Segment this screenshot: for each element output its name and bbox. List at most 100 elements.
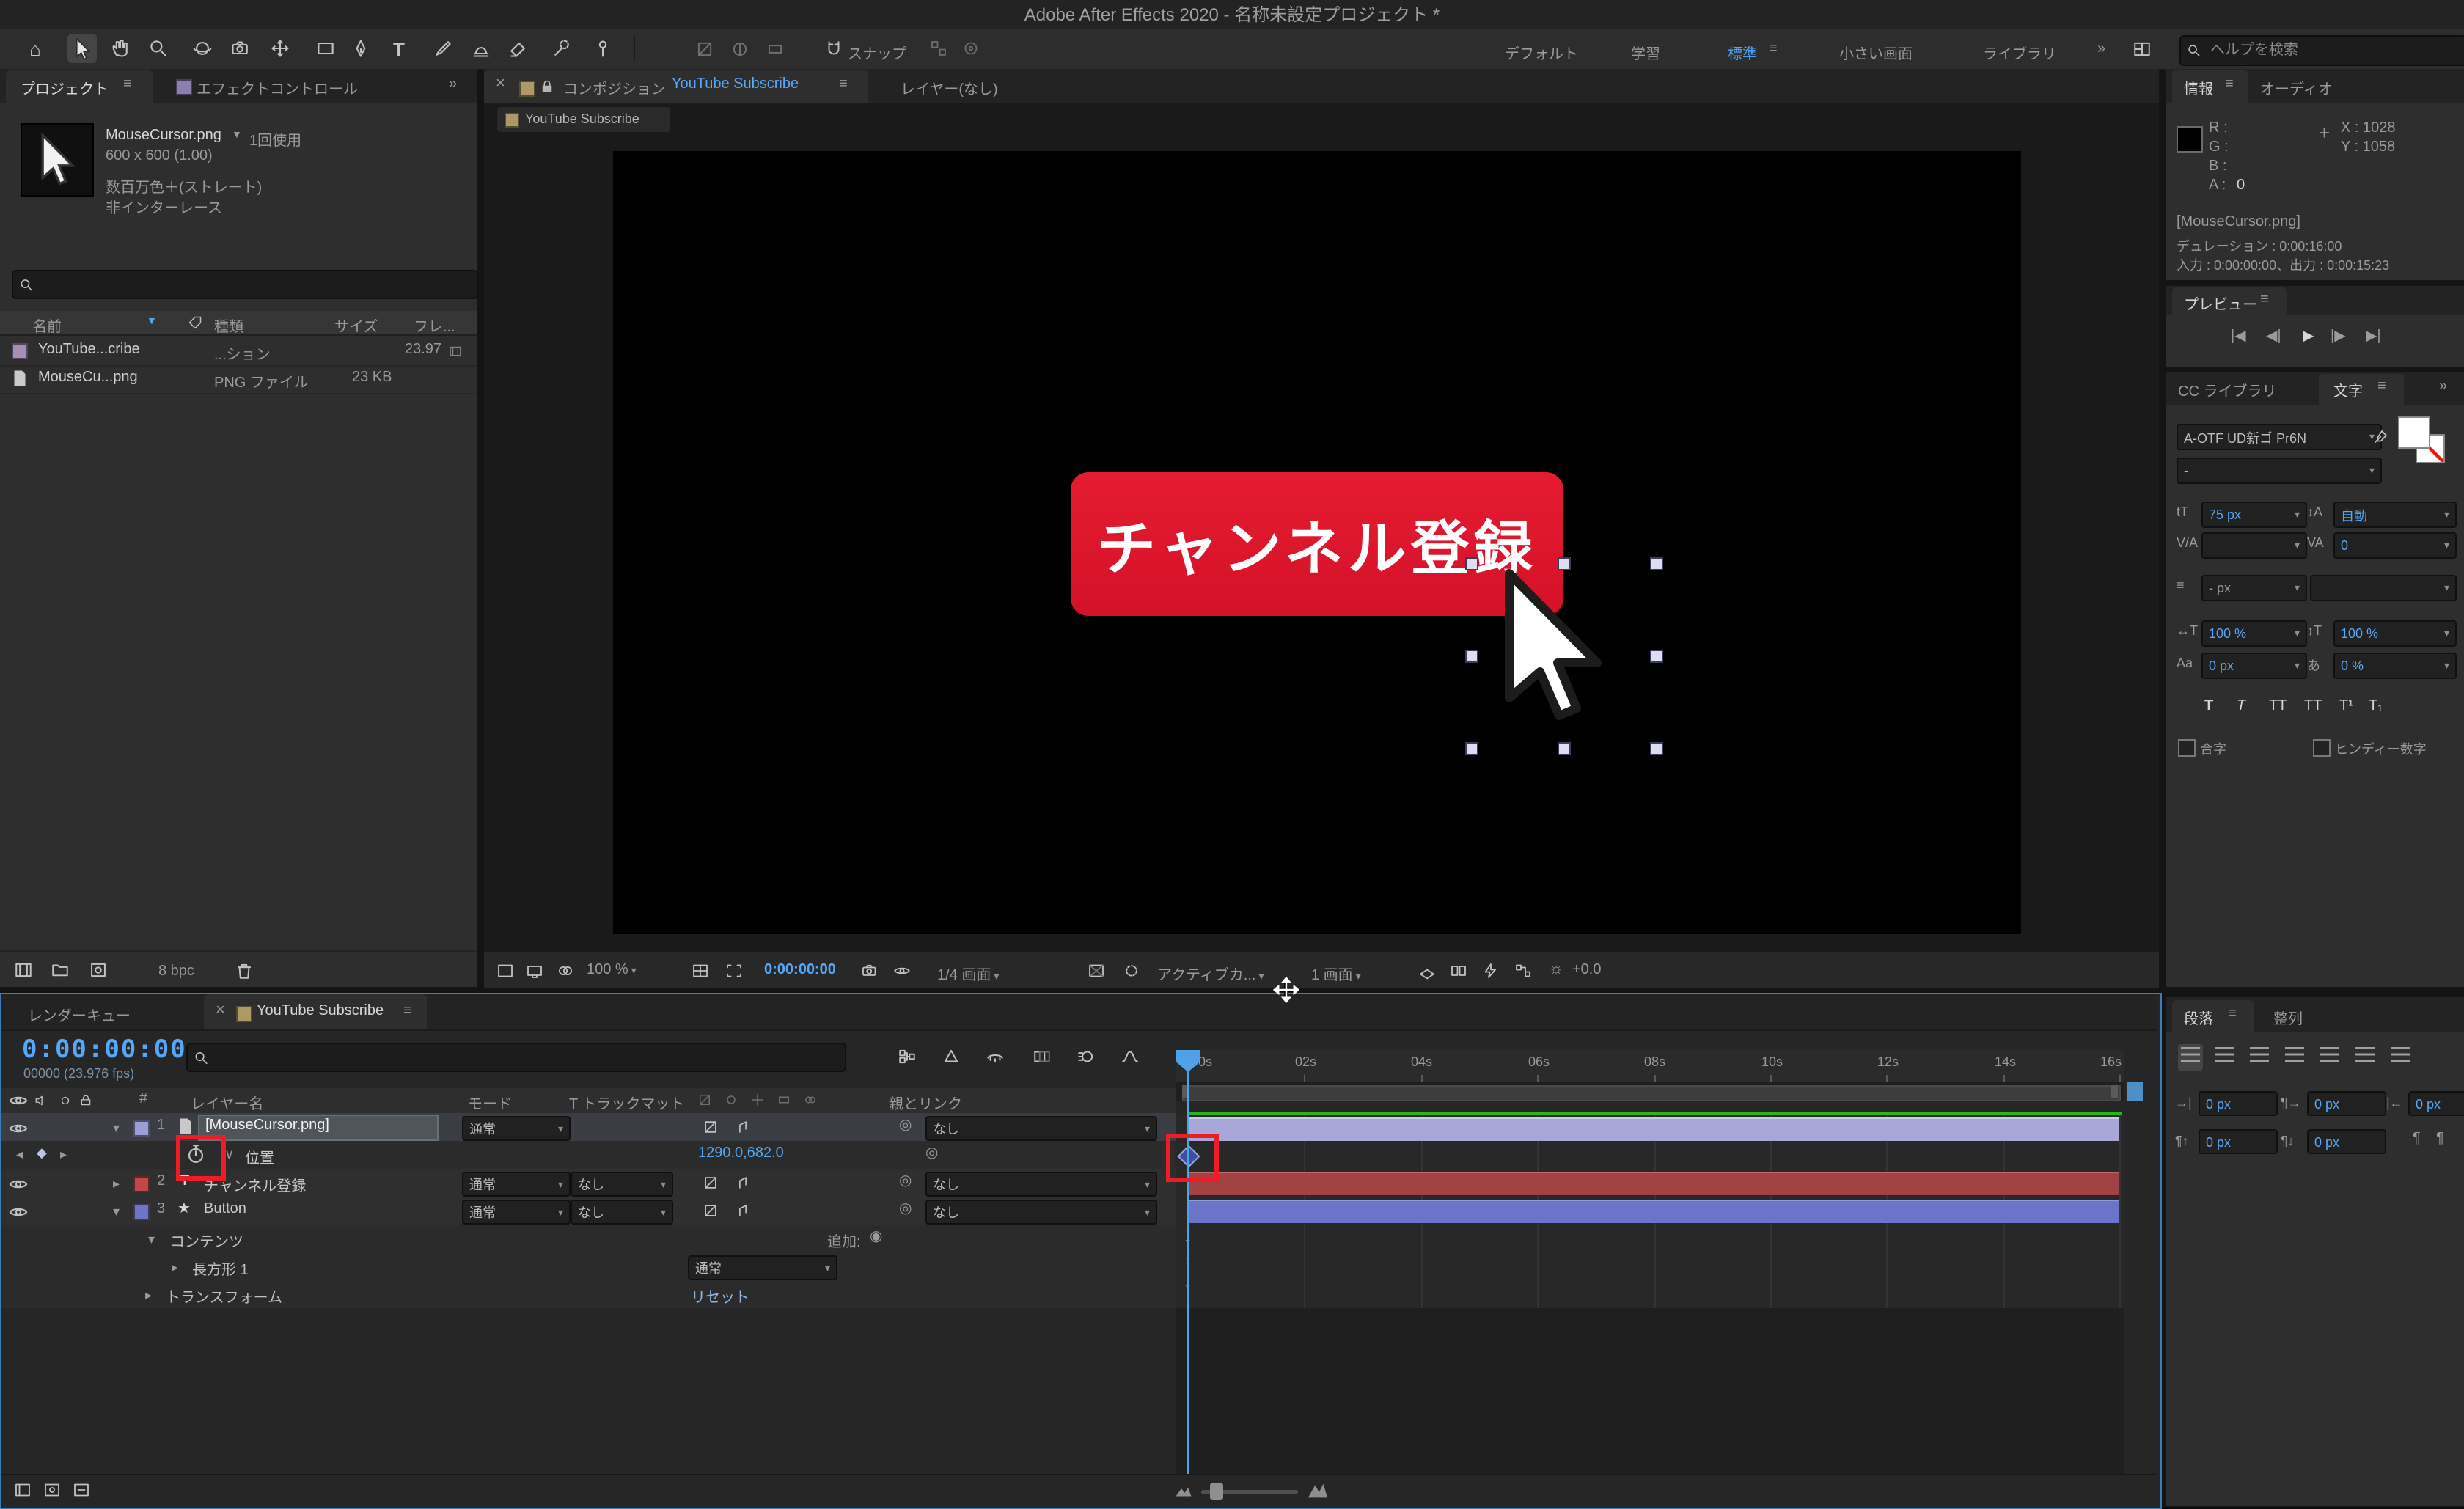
small-caps-button[interactable]: TT xyxy=(2304,698,2322,714)
breadcrumb[interactable]: YouTube Subscribe xyxy=(525,111,639,126)
justify-last-right-button[interactable] xyxy=(2355,1047,2375,1068)
hand-tool[interactable] xyxy=(106,34,135,63)
track-matte-select[interactable]: なし ▾ xyxy=(571,1200,673,1225)
hide-shy-layers-button[interactable] xyxy=(984,1047,1006,1066)
contents-group-row[interactable]: ▾ コンテンツ 追加: ◉ xyxy=(1,1225,1176,1254)
font-family-select[interactable]: A-OTF UD新ゴ Pr6N ▾ xyxy=(2177,424,2382,450)
parent-select[interactable]: なし ▾ xyxy=(925,1116,1157,1141)
kerning-select[interactable]: ▾ xyxy=(2201,532,2307,559)
layer-color-chip[interactable] xyxy=(133,1204,150,1220)
stroke-style-select[interactable]: ▾ xyxy=(2310,575,2457,601)
col-size[interactable]: サイズ xyxy=(334,314,378,336)
col-type[interactable]: 種類 xyxy=(214,314,243,336)
selection-handle[interactable] xyxy=(1465,650,1478,663)
mini-flowchart-icon[interactable] xyxy=(1514,962,1533,980)
eraser-tool[interactable] xyxy=(503,34,532,63)
position-property-label[interactable]: 位置 xyxy=(245,1145,274,1167)
brush-tool[interactable] xyxy=(428,34,458,63)
timeline-search-input[interactable] xyxy=(215,1048,839,1067)
effects-switch-icon[interactable] xyxy=(735,1119,751,1135)
new-folder-icon[interactable] xyxy=(50,961,70,980)
tab-paragraph[interactable]: 段落 ≡ xyxy=(2172,1000,2254,1032)
selection-tool[interactable] xyxy=(67,34,97,63)
align-right-button[interactable] xyxy=(2250,1047,2269,1068)
col-fps[interactable]: フレ... xyxy=(414,314,455,336)
layer-bar-button[interactable] xyxy=(1188,1200,2119,1223)
close-tab-icon[interactable]: × xyxy=(216,1002,225,1019)
text-tool[interactable]: T xyxy=(384,34,414,63)
justify-last-center-button[interactable] xyxy=(2320,1047,2339,1068)
grid-guides-icon[interactable] xyxy=(691,962,710,980)
blend-mode-select[interactable]: 通常 ▾ xyxy=(462,1200,571,1225)
playhead-line[interactable] xyxy=(1187,1050,1189,1474)
all-caps-button[interactable]: TT xyxy=(2269,698,2287,714)
layer-name-selected[interactable]: [MouseCursor.png] xyxy=(198,1115,439,1141)
previous-frame-button[interactable]: ◀| xyxy=(2266,328,2281,345)
timeline-navigator-end[interactable] xyxy=(2127,1082,2143,1101)
workspace-overflow-icon[interactable]: » xyxy=(2097,41,2105,57)
tab-timeline-comp[interactable]: × YouTube Subscribe ≡ xyxy=(204,994,427,1029)
panel-menu-icon[interactable]: ≡ xyxy=(123,76,132,92)
work-area-end-handle[interactable] xyxy=(2111,1085,2118,1098)
first-line-indent-field[interactable]: 0 px xyxy=(2307,1091,2386,1116)
frame-blending-button[interactable] xyxy=(1031,1047,1053,1066)
text-direction-rtl-button[interactable]: ¶ xyxy=(2436,1131,2444,1147)
item-name[interactable]: YouTube...cribe xyxy=(38,342,140,358)
transparency-grid-icon[interactable] xyxy=(1087,962,1106,980)
help-search[interactable] xyxy=(2179,35,2464,66)
trash-icon[interactable] xyxy=(235,961,254,981)
timeline-search[interactable] xyxy=(186,1043,846,1072)
workspace-menu-icon[interactable]: ≡ xyxy=(1769,41,1778,57)
panel-menu-icon[interactable]: ≡ xyxy=(2228,1006,2237,1022)
work-area-range[interactable] xyxy=(1182,1085,2121,1101)
expand-transfer-controls-button[interactable] xyxy=(43,1481,62,1499)
draft-3d-button[interactable] xyxy=(940,1047,962,1066)
mask-visibility-icon[interactable] xyxy=(1122,962,1141,980)
interpret-footage-icon[interactable] xyxy=(13,961,34,980)
pan-behind-tool[interactable] xyxy=(265,34,295,63)
workspace-small-screen[interactable]: 小さい画面 xyxy=(1839,41,1913,63)
camera-tool[interactable] xyxy=(226,34,255,63)
workspace-learn[interactable]: 学習 xyxy=(1631,41,1660,63)
timeline-zoom-slider-handle[interactable] xyxy=(1210,1483,1223,1500)
stroke-width-select[interactable]: - px ▾ xyxy=(2201,575,2307,601)
panel-menu-icon[interactable]: ≡ xyxy=(839,76,848,92)
effects-switch-icon[interactable] xyxy=(735,1175,751,1191)
col-mode[interactable]: モード xyxy=(468,1091,512,1113)
layer-bar-mousecursor[interactable] xyxy=(1188,1117,2119,1141)
graph-editor-button[interactable] xyxy=(1119,1047,1141,1066)
selection-handle[interactable] xyxy=(1558,742,1571,755)
snap-option-2[interactable] xyxy=(956,34,986,63)
tab-project[interactable]: プロジェクト ≡ xyxy=(6,70,153,103)
leading-select[interactable]: 自動 ▾ xyxy=(2333,502,2457,528)
zoom-out-mountain-icon[interactable] xyxy=(1175,1483,1192,1499)
ligatures-checkbox[interactable] xyxy=(2178,739,2196,757)
position-value[interactable]: 1290.0,682.0 xyxy=(698,1145,784,1161)
item-name[interactable]: MouseCu...png xyxy=(38,370,138,386)
color-depth-button[interactable]: 8 bpc xyxy=(158,963,194,980)
font-size-select[interactable]: 75 px ▾ xyxy=(2201,502,2307,528)
subscript-button[interactable]: T₁ xyxy=(2369,698,2383,714)
align-center-button[interactable] xyxy=(2215,1047,2234,1068)
baseline-shift-select[interactable]: 0 px ▾ xyxy=(2201,653,2307,679)
parent-select[interactable]: なし ▾ xyxy=(925,1200,1157,1225)
resolution-select[interactable]: 1/4 画面 ▾ xyxy=(937,962,999,984)
zoom-tool[interactable] xyxy=(144,34,173,63)
tab-audio[interactable]: オーディオ xyxy=(2260,76,2333,98)
text-direction-ltr-button[interactable]: ¶ xyxy=(2413,1131,2421,1147)
tab-preview[interactable]: プレビュー ≡ xyxy=(2172,287,2287,315)
snapshot-icon[interactable] xyxy=(859,962,880,980)
fill-stroke-swatches[interactable] xyxy=(2398,416,2454,466)
work-area-bar[interactable] xyxy=(1176,1082,2124,1101)
table-row[interactable]: MouseCu...png PNG ファイル 23 KB xyxy=(0,365,477,394)
parent-pickwhip-icon[interactable]: ◎ xyxy=(899,1201,912,1217)
add-shape-button-icon[interactable]: ◉ xyxy=(870,1229,882,1245)
rectangle-label[interactable]: 長方形 1 xyxy=(192,1257,249,1279)
project-search-input[interactable] xyxy=(40,275,471,294)
tab-info[interactable]: 情報 ≡ xyxy=(2172,70,2248,103)
col-parent-link[interactable]: 親とリンク xyxy=(889,1091,962,1113)
col-number[interactable]: # xyxy=(139,1091,147,1107)
workspace-standard-active[interactable]: 標準 xyxy=(1728,41,1757,63)
transform-group-row[interactable]: ▸ トランスフォーム リセット xyxy=(1,1280,1176,1310)
region-of-interest-icon[interactable] xyxy=(725,962,744,980)
